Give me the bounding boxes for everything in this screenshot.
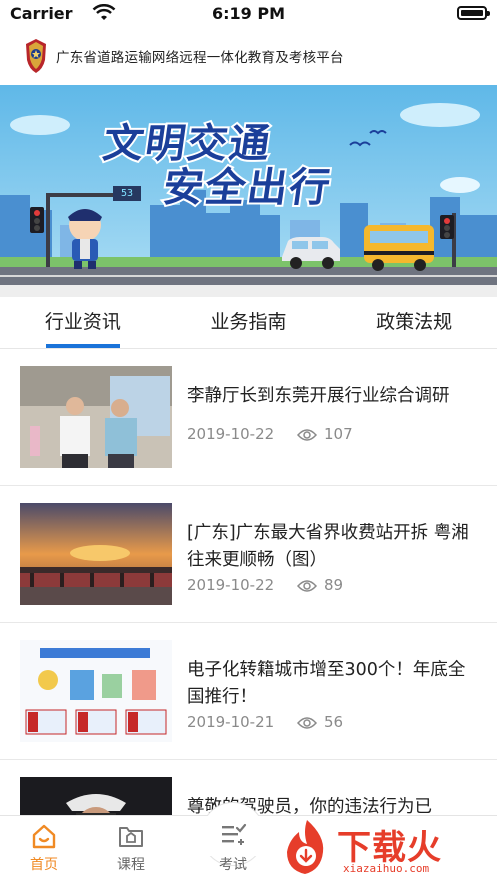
news-title: 李静厅长到东莞开展行业综合调研 [187, 386, 450, 406]
news-title: [广东]广东最大省界收费站开拆 粤湘往来更顺畅（图） [187, 523, 469, 570]
news-date: 2019-10-21 [187, 713, 275, 731]
tab-business-guide[interactable]: 业务指南 [166, 297, 332, 348]
news-thumbnail [20, 640, 172, 742]
tabbar-exam[interactable]: 考试 [203, 822, 263, 874]
eye-icon [297, 429, 317, 441]
tabbar-home-label: 首页 [30, 857, 58, 873]
news-thumbnail [20, 503, 172, 605]
police-badge-icon [26, 39, 46, 73]
tabbar-home[interactable]: 首页 [14, 822, 74, 874]
banner-headline-2: 安全出行 [158, 163, 336, 213]
eye-icon [297, 580, 317, 592]
news-view-count: 107 [324, 425, 353, 443]
tab-industry-news[interactable]: 行业资讯 [0, 297, 166, 348]
tabbar-course-label: 课程 [117, 857, 145, 873]
news-item[interactable]: [广东]广东最大省界收费站开拆 粤湘往来更顺畅（图） 2019-10-22 89 [0, 486, 497, 623]
watermark: 下载火 xiazaihuo.com [279, 818, 489, 880]
news-thumbnail [20, 366, 172, 468]
news-list: 李静厅长到东莞开展行业综合调研 2019-10-22 107 [广东]广东最大省… [0, 349, 497, 883]
traffic-sign-display: 53 [113, 186, 141, 201]
section-divider [0, 285, 497, 297]
course-icon [119, 827, 143, 847]
eye-icon [297, 717, 317, 729]
home-icon [32, 824, 56, 849]
tab-policy-regulations[interactable]: 政策法规 [331, 297, 497, 348]
battery-icon [457, 6, 490, 20]
tabbar-exam-label: 考试 [219, 857, 247, 873]
news-date: 2019-10-22 [187, 576, 275, 594]
news-item[interactable]: 电子化转籍城市增至300个！年底全国推行！ 2019-10-21 56 [0, 623, 497, 760]
news-view-count: 89 [324, 576, 344, 594]
exam-icon [222, 823, 247, 845]
news-date: 2019-10-22 [187, 425, 275, 443]
news-view-count: 56 [324, 713, 344, 731]
page-title: 广东省道路运输网络远程一体化教育及考核平台 [56, 50, 344, 66]
tabbar-course[interactable]: 课程 [101, 822, 161, 874]
watermark-url: xiazaihuo.com [343, 862, 430, 875]
app-header: 广东省道路运输网络远程一体化教育及考核平台 [0, 28, 497, 84]
category-tabs: 行业资讯 业务指南 政策法规 [0, 297, 497, 349]
flame-logo-icon [287, 820, 324, 874]
status-bar: Carrier 6:19 PM [0, 0, 497, 28]
news-item[interactable]: 李静厅长到东莞开展行业综合调研 2019-10-22 107 [0, 349, 497, 486]
news-title: 电子化转籍城市增至300个！年底全国推行！ [187, 660, 466, 707]
promo-banner[interactable]: 文明交通 安全出行 53 [0, 85, 497, 285]
clock: 6:19 PM [211, 4, 285, 23]
